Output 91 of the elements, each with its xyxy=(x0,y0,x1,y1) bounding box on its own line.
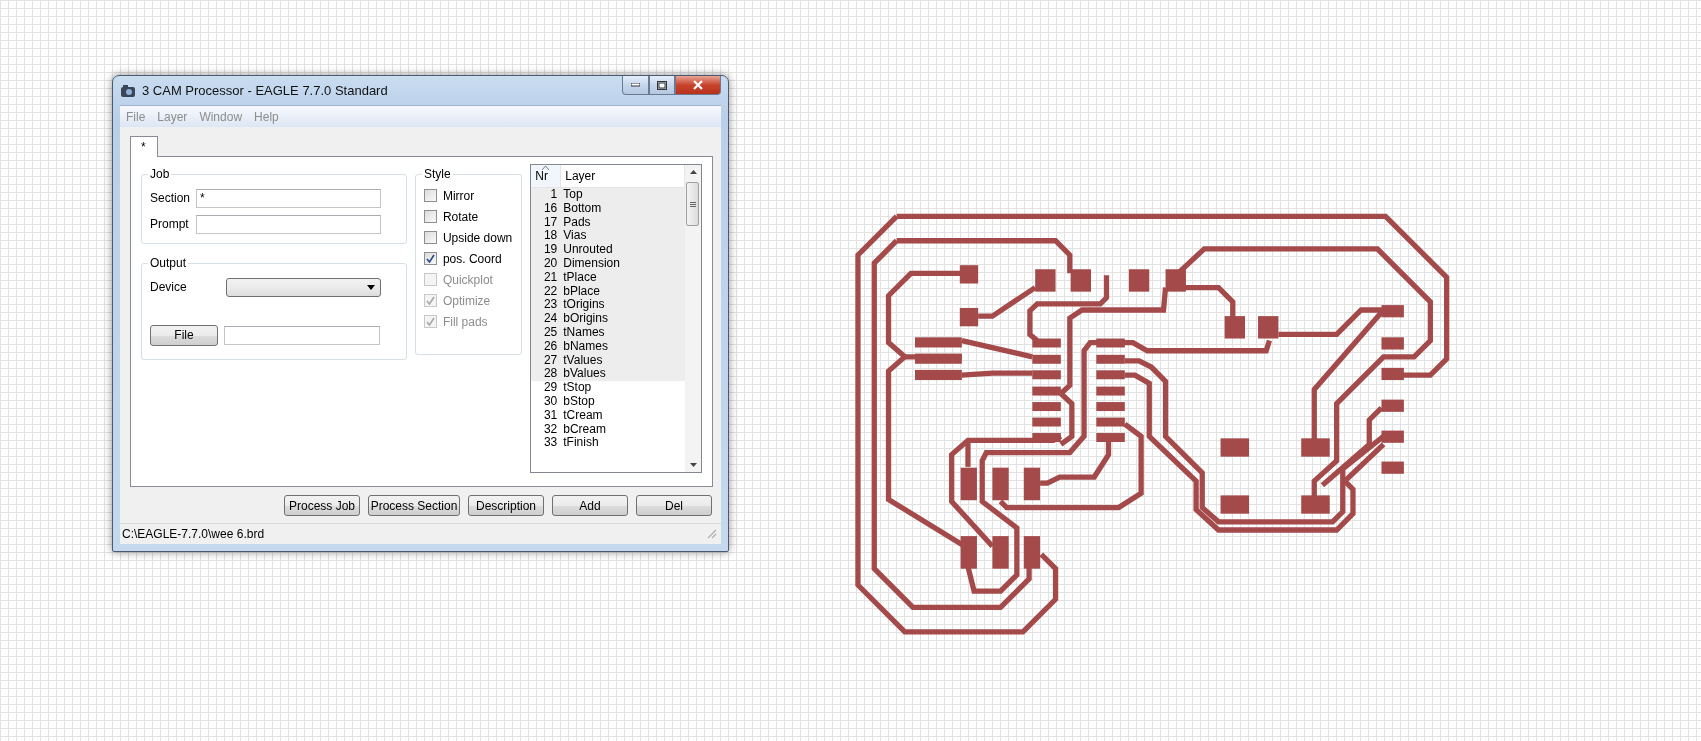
file-path-text: C:\EAGLE-7.7.0\wee 6.brd xyxy=(122,527,265,541)
device-dropdown[interactable] xyxy=(226,277,381,297)
checkbox[interactable] xyxy=(423,210,437,223)
layer-name: bCream xyxy=(562,422,606,437)
layer-row[interactable]: 18 Vias xyxy=(531,229,685,244)
layer-number: 25 xyxy=(542,325,558,340)
window-title: 3 CAM Processor - EAGLE 7.7.0 Standard xyxy=(142,83,388,98)
resize-grip-icon xyxy=(707,529,717,539)
layer-name: bValues xyxy=(562,367,606,382)
minimize-icon xyxy=(631,83,640,87)
checkmark-icon xyxy=(425,254,435,263)
layer-number: 31 xyxy=(542,408,558,423)
field-label: Section xyxy=(150,191,192,205)
scroll-up-icon xyxy=(689,170,697,174)
group-title: Job xyxy=(149,167,171,181)
layer-row[interactable]: 19 Unrouted xyxy=(531,243,685,257)
scroll-thumb[interactable] xyxy=(686,182,699,226)
action-button[interactable]: Description xyxy=(468,495,544,516)
layer-number: 19 xyxy=(542,243,558,257)
layer-name: bStop xyxy=(562,394,595,409)
text-field[interactable]: * xyxy=(196,188,381,208)
layer-number: 22 xyxy=(542,284,558,299)
checkbox-label: Mirror xyxy=(442,188,475,203)
layer-row[interactable]: 1 Top xyxy=(531,188,685,202)
checkbox-label: Rotate xyxy=(442,209,479,224)
layer-row[interactable]: 24 bOrigins xyxy=(531,312,685,326)
layer-number: 28 xyxy=(542,367,558,382)
checkmark-icon xyxy=(425,317,435,326)
tab[interactable]: * xyxy=(130,136,158,157)
layer-name: bNames xyxy=(562,339,608,354)
layer-name: tFinish xyxy=(562,436,599,451)
layer-number: 18 xyxy=(542,229,558,244)
layer-name: Top xyxy=(562,188,583,202)
layer-name: Bottom xyxy=(562,201,602,216)
checkbox-label: pos. Coord xyxy=(442,251,502,266)
layer-number: 27 xyxy=(542,353,558,368)
checkbox-label: Quickplot xyxy=(442,272,493,287)
layer-name: bPlace xyxy=(562,284,600,299)
layer-name: tNames xyxy=(562,325,605,340)
close-icon xyxy=(693,80,703,90)
layer-name: tCream xyxy=(562,408,603,423)
group-title: Output xyxy=(149,256,188,270)
field-label: Device xyxy=(150,280,188,294)
layer-number: 29 xyxy=(542,381,558,395)
layer-name: Pads xyxy=(562,215,591,230)
maximize-icon xyxy=(657,80,667,90)
checkbox-label: Optimize xyxy=(442,293,491,308)
layer-number: 17 xyxy=(542,215,558,230)
close-button[interactable] xyxy=(675,76,721,95)
grip-icon xyxy=(689,201,696,207)
layer-name: tOrigins xyxy=(562,298,605,313)
action-button[interactable]: Add xyxy=(552,495,628,516)
layer-number: 32 xyxy=(542,422,558,437)
layer-row[interactable]: 23 tOrigins xyxy=(531,298,685,313)
layer-name: Dimension xyxy=(562,257,620,271)
checkbox-label: Fill pads xyxy=(442,314,488,329)
action-button[interactable]: Process Section xyxy=(368,495,460,516)
layer-name: tValues xyxy=(562,353,603,368)
group-title: Style xyxy=(422,167,452,181)
column-header[interactable]: Nr xyxy=(531,165,562,187)
checkbox[interactable] xyxy=(423,231,437,244)
layer-name: Unrouted xyxy=(562,243,613,257)
camera-icon xyxy=(120,83,136,98)
layer-name: tStop xyxy=(562,381,592,395)
layer-name: Vias xyxy=(562,229,587,244)
checkbox-label: Upside down xyxy=(442,230,513,245)
minimize-button[interactable] xyxy=(622,76,649,95)
file-button[interactable]: File xyxy=(150,324,218,346)
caret-icon xyxy=(367,284,375,290)
action-button[interactable]: Del xyxy=(636,495,712,516)
layer-number: 20 xyxy=(542,257,558,271)
layer-name: tPlace xyxy=(562,270,597,285)
action-button[interactable]: Process Job xyxy=(284,495,360,516)
layer-number: 30 xyxy=(542,394,558,409)
layer-number: 1 xyxy=(549,188,558,202)
layer-number: 16 xyxy=(542,201,558,216)
checkmark-icon xyxy=(425,296,435,305)
checkbox[interactable] xyxy=(423,252,437,265)
text-field[interactable] xyxy=(196,214,381,234)
layer-number: 23 xyxy=(542,298,558,313)
layer-number: 33 xyxy=(542,436,558,451)
file-path-field[interactable] xyxy=(224,325,380,345)
scroll-down-icon xyxy=(689,463,697,467)
field-label: Prompt xyxy=(150,217,190,231)
layer-number: 26 xyxy=(542,339,558,354)
layer-name: bOrigins xyxy=(562,312,608,326)
checkbox[interactable] xyxy=(423,189,437,202)
layer-number: 24 xyxy=(542,312,558,326)
layer-number: 21 xyxy=(542,270,558,285)
maximize-button[interactable] xyxy=(649,76,675,95)
layer-row[interactable]: 28 bValues xyxy=(531,367,685,382)
